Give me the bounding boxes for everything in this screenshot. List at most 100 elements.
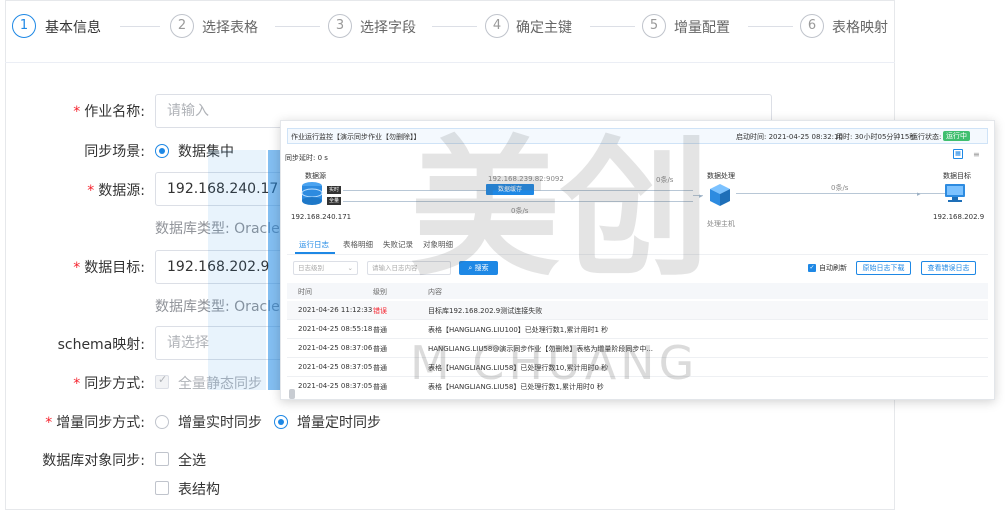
level-placeholder: 日志级别 xyxy=(298,264,324,272)
inc-realtime-option[interactable]: 增量实时同步 xyxy=(178,412,262,432)
sync-mode-label: * 同步方式: xyxy=(5,373,145,393)
flow-source-title: 数据源 xyxy=(305,172,326,180)
auto-refresh-label: 自动刷新 xyxy=(819,264,847,272)
status-badge: 运行中 xyxy=(943,131,970,141)
scene-radio[interactable] xyxy=(155,144,169,158)
table-row[interactable] xyxy=(287,301,988,319)
step-6-circle[interactable]: 6 xyxy=(800,14,824,38)
table-structure-option[interactable]: 表结构 xyxy=(178,479,220,499)
row-time: 2021-04-25 08:37:06 xyxy=(298,344,373,352)
sync-mode-checkbox[interactable]: ✓ xyxy=(155,373,169,389)
database-icon xyxy=(301,181,323,207)
download-log-button[interactable]: 原始日志下载 xyxy=(856,261,911,275)
row-time: 2021-04-25 08:37:05 xyxy=(298,363,373,371)
row-divider xyxy=(287,319,988,320)
sync-delay: 同步延时: 0 s xyxy=(285,154,328,162)
step-4-label[interactable]: 确定主键 xyxy=(516,17,572,37)
level-select[interactable]: 日志级别 ⌄ xyxy=(293,261,358,275)
col-level: 级别 xyxy=(373,288,387,296)
table-structure-checkbox[interactable] xyxy=(155,481,169,495)
target-label: * 数据目标: xyxy=(5,257,145,277)
step-5-label[interactable]: 增量配置 xyxy=(674,17,730,37)
step-5-circle[interactable]: 5 xyxy=(642,14,666,38)
menu-icon[interactable]: ≡ xyxy=(973,150,980,159)
arrow-right-icon: ▸ xyxy=(917,190,921,198)
required-mark: * xyxy=(73,260,81,276)
select-all-option[interactable]: 全选 xyxy=(178,450,206,470)
required-mark: * xyxy=(73,104,81,120)
flow-target-ip: 192.168.202.9 xyxy=(933,213,985,221)
obj-sync-label: 数据库对象同步: xyxy=(42,453,145,469)
step-connector xyxy=(432,26,477,27)
auto-refresh-checkbox[interactable]: ✓ xyxy=(808,264,816,272)
row-time: 2021-04-25 08:37:05 xyxy=(298,382,373,390)
step-2-label[interactable]: 选择表格 xyxy=(202,17,258,37)
row-content: 表格【HANGLIANG.LIU100】已处理行数1,累计用时1 秒 xyxy=(428,326,609,334)
monitor-elapsed: 用时: 30小时05分钟15秒 xyxy=(836,133,917,141)
step-connector xyxy=(275,26,320,27)
job-name-label: * 作业名称: xyxy=(5,101,145,121)
tag-realtime: 实时 xyxy=(327,186,341,194)
step-6-label[interactable]: 表格映射 xyxy=(832,17,888,37)
schema-placeholder: 请选择 xyxy=(167,335,209,351)
flow-line xyxy=(736,193,946,194)
rate-3: 0条/s xyxy=(831,184,849,192)
step-connector xyxy=(748,26,793,27)
required-mark: * xyxy=(45,415,53,431)
tab-run-log[interactable]: 运行日志 xyxy=(299,239,329,250)
row-time: 2021-04-25 08:55:18 xyxy=(298,325,373,333)
tag-full: 全量 xyxy=(327,197,341,205)
source-label: * 数据源: xyxy=(5,180,145,200)
flow-proc-title: 数据处理 xyxy=(707,172,735,180)
view-icon[interactable]: ▦ xyxy=(953,149,963,159)
schema-label: schema映射: xyxy=(57,337,145,353)
source-label-text: 数据源: xyxy=(98,183,145,199)
sync-mode-label-text: 同步方式: xyxy=(84,376,145,392)
step-2-circle[interactable]: 2 xyxy=(170,14,194,38)
scene-label: 同步场景: xyxy=(84,144,145,160)
scrollbar-thumb[interactable] xyxy=(289,389,295,399)
inc-mode-label-text: 增量同步方式: xyxy=(56,415,145,431)
steps-divider xyxy=(5,62,895,63)
cube-icon xyxy=(709,183,731,207)
inc-scheduled-option[interactable]: 增量定时同步 xyxy=(297,412,381,432)
step-3-circle[interactable]: 3 xyxy=(328,14,352,38)
job-name-label-text: 作业名称: xyxy=(84,104,145,120)
tab-fail-record[interactable]: 失败记录 xyxy=(383,239,413,250)
step-1-label[interactable]: 基本信息 xyxy=(45,17,101,37)
required-mark: * xyxy=(87,183,95,199)
monitor-start-time: 启动时间: 2021-04-25 08:32:10 xyxy=(736,133,843,141)
chevron-down-icon: ⌄ xyxy=(347,264,353,272)
step-4-circle[interactable]: 4 xyxy=(485,14,509,38)
row-level: 普通 xyxy=(373,326,387,334)
flow-proc-host: 处理主机 xyxy=(707,220,735,228)
step-3-label[interactable]: 选择字段 xyxy=(360,17,416,37)
job-name-placeholder: 请输入 xyxy=(167,103,209,119)
error-log-button[interactable]: 查看错误日志 xyxy=(921,261,976,275)
inc-scheduled-radio[interactable] xyxy=(274,415,288,429)
inc-realtime-radio[interactable] xyxy=(155,415,169,429)
row-level: 普通 xyxy=(373,383,387,391)
step-connector xyxy=(590,26,635,27)
step-1-circle[interactable]: 1 xyxy=(12,14,36,38)
row-level: 普通 xyxy=(373,345,387,353)
monitor-title: 作业运行监控【演示同步作业【勿删除】】 xyxy=(291,133,421,141)
watermark-en: M CHUANG xyxy=(410,336,699,390)
tab-table-detail[interactable]: 表格明细 xyxy=(343,239,373,250)
select-all-checkbox[interactable] xyxy=(155,452,169,466)
flow-source-ip: 192.168.240.171 xyxy=(291,213,352,221)
watermark-block xyxy=(208,150,266,390)
required-mark: * xyxy=(73,376,81,392)
monitor-icon xyxy=(944,183,966,203)
row-level: 普通 xyxy=(373,364,387,372)
target-label-text: 数据目标: xyxy=(84,260,145,276)
col-time: 时间 xyxy=(298,288,312,296)
monitor-status-label: 运行状态: xyxy=(911,133,942,141)
inc-mode-label: * 增量同步方式: xyxy=(5,412,145,432)
step-connector xyxy=(120,26,160,27)
page-root: 1 基本信息 2 选择表格 3 选择字段 4 确定主键 5 增量配置 6 表格映… xyxy=(0,0,1005,515)
check-icon: ✓ xyxy=(158,373,168,386)
row-level: 错误 xyxy=(373,307,387,315)
flow-target-title: 数据目标 xyxy=(943,172,971,180)
row-time: 2021-04-26 11:12:33 xyxy=(298,306,373,314)
